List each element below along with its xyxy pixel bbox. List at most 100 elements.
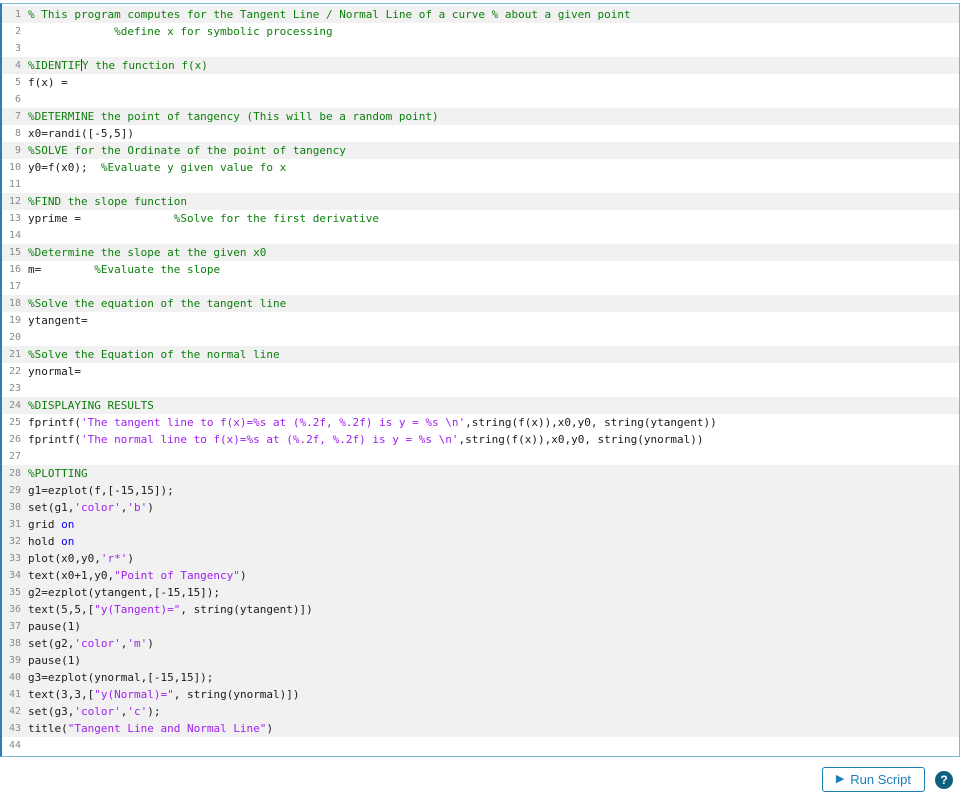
code-line[interactable]: 24 %DISPLAYING RESULTS — [2, 397, 959, 414]
code-line[interactable]: 35 g2=ezplot(ytangent,[-15,15]); — [2, 584, 959, 601]
code-line[interactable]: 1 % This program computes for the Tangent… — [2, 6, 959, 23]
code-token-plain: ) — [239, 569, 247, 582]
code-line[interactable]: 21 %Solve the Equation of the normal line — [2, 346, 959, 363]
code-token-comment: %DETERMINE the point of tangency (This w… — [28, 110, 439, 123]
code-line[interactable]: 9 %SOLVE for the Ordinate of the point of… — [2, 142, 959, 159]
line-number: 41 — [8, 689, 21, 700]
code-line[interactable]: 8 x0=randi([-5,5]) — [2, 125, 959, 142]
code-line[interactable]: 20 — [2, 329, 959, 346]
code-token-plain: set(g3, — [28, 705, 75, 718]
code-token-plain: pause(1) — [28, 654, 81, 667]
code-line[interactable]: 11 — [2, 176, 959, 193]
line-number: 10 — [8, 162, 21, 173]
line-number: 21 — [8, 349, 21, 360]
code-line[interactable]: 37 pause(1) — [2, 618, 959, 635]
code-text: fprintf('The tangent line to f(x)=%s at … — [28, 414, 717, 431]
code-token-comment: % This program computes for the Tangent … — [28, 8, 631, 21]
code-line[interactable]: 25 fprintf('The tangent line to f(x)=%s a… — [2, 414, 959, 431]
code-text: g1=ezplot(f,[-15,15]); — [28, 482, 174, 499]
code-token-comment: %DISPLAYING RESULTS — [28, 399, 154, 412]
code-text: title("Tangent Line and Normal Line") — [28, 720, 273, 737]
code-line[interactable]: 44 — [2, 737, 959, 754]
line-number: 34 — [8, 570, 21, 581]
code-token-plain: f(x) = — [28, 76, 68, 89]
code-line[interactable]: 32 hold on — [2, 533, 959, 550]
code-token-comment: %Evaluate the slope — [94, 263, 221, 276]
code-line[interactable]: 13 yprime = %Solve for the first derivati… — [2, 210, 959, 227]
code-line[interactable]: 2 %define x for symbolic processing — [2, 23, 959, 40]
code-text: g3=ezplot(ynormal,[-15,15]); — [28, 669, 213, 686]
code-token-comment: %IDENTIF — [28, 59, 81, 72]
line-number: 3 — [14, 43, 21, 54]
code-token-string: 'r*' — [100, 552, 128, 565]
code-line[interactable]: 30 set(g1,'color','b') — [2, 499, 959, 516]
code-line[interactable]: 43 title("Tangent Line and Normal Line") — [2, 720, 959, 737]
code-token-plain: m= — [28, 263, 95, 276]
code-token-string: 'c' — [127, 705, 148, 718]
line-number: 42 — [8, 706, 21, 717]
line-number: 2 — [14, 26, 21, 37]
code-line[interactable]: 15 %Determine the slope at the given x0 — [2, 244, 959, 261]
code-line[interactable]: 23 — [2, 380, 959, 397]
code-line[interactable]: 14 — [2, 227, 959, 244]
code-line[interactable]: 41 text(3,3,["y(Normal)=", string(ynormal… — [2, 686, 959, 703]
code-token-plain: ytangent= — [28, 314, 88, 327]
line-number: 16 — [8, 264, 21, 275]
code-line[interactable]: 17 — [2, 278, 959, 295]
code-text: set(g1,'color','b') — [28, 499, 154, 516]
line-number: 37 — [8, 621, 21, 632]
code-line[interactable]: 18 %Solve the equation of the tangent lin… — [2, 295, 959, 312]
code-line[interactable]: 22 ynormal= — [2, 363, 959, 380]
code-line[interactable]: 40 g3=ezplot(ynormal,[-15,15]); — [2, 669, 959, 686]
code-token-comment: %Solve for the first derivative — [173, 212, 380, 225]
code-editor[interactable]: 1 % This program computes for the Tangent… — [0, 3, 960, 757]
code-text: %FIND the slope function — [28, 193, 187, 210]
code-token-plain: , string(ynormal)]) — [173, 688, 300, 701]
code-line[interactable]: 38 set(g2,'color','m') — [2, 635, 959, 652]
line-number: 35 — [8, 587, 21, 598]
code-line[interactable]: 33 plot(x0,y0,'r*') — [2, 550, 959, 567]
code-line[interactable]: 3 — [2, 40, 959, 57]
line-number: 6 — [14, 94, 21, 105]
code-line[interactable]: 5 f(x) = — [2, 74, 959, 91]
code-line[interactable]: 28 %PLOTTING — [2, 465, 959, 482]
run-script-button[interactable]: ▶ Run Script — [821, 767, 925, 792]
code-line[interactable]: 31 grid on — [2, 516, 959, 533]
line-number: 13 — [8, 213, 21, 224]
code-token-plain: , string(ytangent)]) — [180, 603, 313, 616]
code-text: %IDENTIFY the function f(x) — [28, 57, 208, 74]
line-number: 1 — [14, 9, 21, 20]
code-line[interactable]: 16 m= %Evaluate the slope — [2, 261, 959, 278]
code-line[interactable]: 6 — [2, 91, 959, 108]
line-number: 27 — [8, 451, 21, 462]
code-text: ynormal= — [28, 363, 81, 380]
code-text: plot(x0,y0,'r*') — [28, 550, 134, 567]
line-number: 12 — [8, 196, 21, 207]
code-text: %DISPLAYING RESULTS — [28, 397, 154, 414]
code-line[interactable]: 7 %DETERMINE the point of tangency (This … — [2, 108, 959, 125]
code-token-plain: ynormal= — [28, 365, 81, 378]
code-line[interactable]: 36 text(5,5,["y(Tangent)=", string(ytange… — [2, 601, 959, 618]
code-token-plain: plot(x0,y0, — [28, 552, 101, 565]
code-line[interactable]: 10 y0=f(x0); %Evaluate y given value fo x — [2, 159, 959, 176]
code-token-plain: g1=ezplot(f,[-15,15]); — [28, 484, 174, 497]
code-line[interactable]: 29 g1=ezplot(f,[-15,15]); — [2, 482, 959, 499]
line-number: 39 — [8, 655, 21, 666]
code-token-plain: text(3,3,[ — [28, 688, 95, 701]
code-line[interactable]: 12 %FIND the slope function — [2, 193, 959, 210]
code-text: grid on — [28, 516, 74, 533]
code-token-plain: title( — [28, 722, 68, 735]
code-line[interactable]: 19 ytangent= — [2, 312, 959, 329]
code-line[interactable]: 39 pause(1) — [2, 652, 959, 669]
line-number: 43 — [8, 723, 21, 734]
code-line[interactable]: 4 %IDENTIFY the function f(x) — [2, 57, 959, 74]
code-token-keyword: on — [61, 518, 75, 531]
code-line[interactable]: 26 fprintf('The normal line to f(x)=%s at… — [2, 431, 959, 448]
help-icon[interactable]: ? — [935, 770, 953, 789]
code-text: y0=f(x0); %Evaluate y given value fo x — [28, 159, 286, 176]
code-line[interactable]: 27 — [2, 448, 959, 465]
code-line[interactable]: 34 text(x0+1,y0,"Point of Tangency") — [2, 567, 959, 584]
code-token-string: "Point of Tangency" — [114, 569, 240, 582]
code-line[interactable]: 42 set(g3,'color','c'); — [2, 703, 959, 720]
code-text: %define x for symbolic processing — [28, 23, 333, 40]
